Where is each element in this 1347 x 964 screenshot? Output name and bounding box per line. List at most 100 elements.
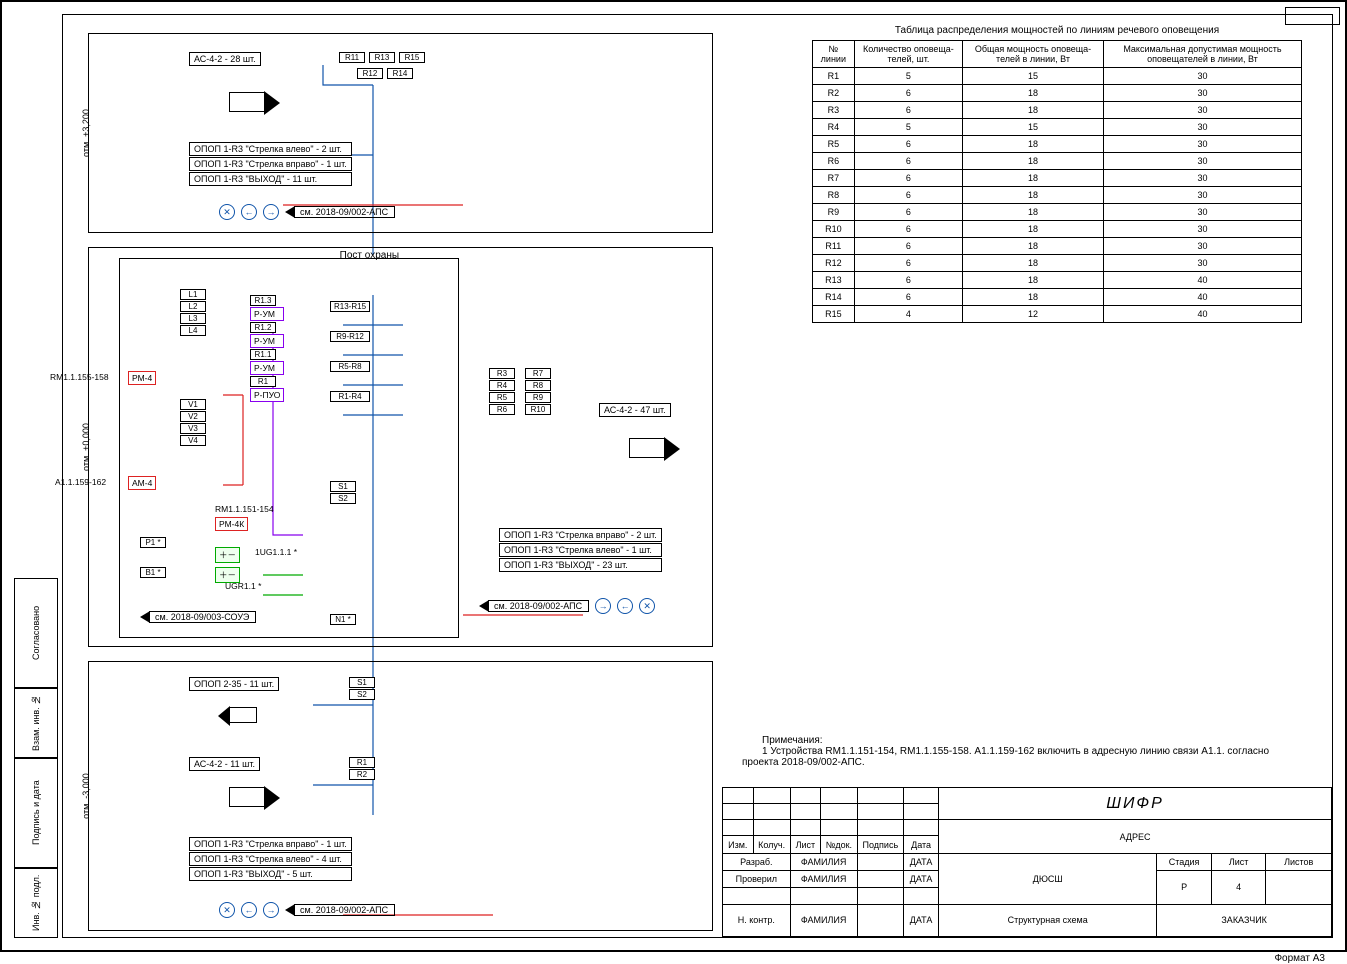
sheets-total xyxy=(1266,871,1332,904)
rm-module: РМ-4 xyxy=(128,371,156,385)
exit-indicator-icon xyxy=(219,902,235,918)
ug-label: UGR1.1 * xyxy=(225,581,261,591)
sheets-header: Листов xyxy=(1266,853,1332,870)
r-box: R12 xyxy=(357,68,383,79)
r-box: R15 xyxy=(399,52,425,63)
V-box: V1 xyxy=(180,399,206,410)
reference-flag: см. 2018-09/002-АПС xyxy=(285,206,395,218)
amplifier: Р-УМ xyxy=(250,334,284,348)
role-ncontrol: Н. контр. xyxy=(723,904,791,936)
power-distribution-table: № линииКоличество оповеща-телей, шт.Обща… xyxy=(812,40,1302,323)
speaker-icon xyxy=(229,787,265,807)
ac-count: АС-4-2 - 28 шт. xyxy=(189,52,261,66)
control-unit: Р-ПУО xyxy=(250,388,284,402)
signal-indicators: см. 2018-09/002-АПС xyxy=(479,598,655,614)
table-row: R151530 xyxy=(813,68,1302,85)
table-row: R761830 xyxy=(813,170,1302,187)
r-box: R10 xyxy=(525,404,551,415)
opop-item: ОПОП 1-R3 "Стрелка вправо" - 1 шт. xyxy=(189,837,352,851)
reference-flag: см. 2018-09/002-АПС xyxy=(285,904,395,916)
opop-list: ОПОП 1-R3 "Стрелка вправо" - 1 шт. ОПОП … xyxy=(189,837,352,881)
strip-cell: Согласовано xyxy=(14,578,58,688)
table-row: R661830 xyxy=(813,153,1302,170)
reference-flag: см. 2018-09/003-СОУЭ xyxy=(140,611,256,623)
stage: Р xyxy=(1157,871,1212,904)
r-box: R2 xyxy=(349,769,375,780)
r-box: R11 xyxy=(339,52,365,63)
table-header: № линии xyxy=(813,41,855,68)
date: ДАТА xyxy=(904,871,939,888)
rack-box: L1 L2 L3 L4 V1 V2 V3 V4 R1.3 Р-УМ R1.2 Р… xyxy=(119,258,459,638)
L-box: L3 xyxy=(180,313,206,324)
L-box: L1 xyxy=(180,289,206,300)
table-header: Максимальная допустимая мощность оповеща… xyxy=(1103,41,1301,68)
col-list: Лист xyxy=(790,836,821,853)
reference-flag: см. 2018-09/002-АПС xyxy=(479,600,589,612)
arrow-left-indicator-icon xyxy=(617,598,633,614)
notes-text: 1 Устройства RM1.1.151-154, RM1.1.155-15… xyxy=(742,746,1302,768)
table-row: R561830 xyxy=(813,136,1302,153)
V-box: V2 xyxy=(180,411,206,422)
date: ДАТА xyxy=(904,904,939,936)
customer: ЗАКАЗЧИК xyxy=(1157,904,1332,936)
format-label: Формат А3 xyxy=(1274,953,1325,964)
opop-item: ОПОП 1-R3 "Стрелка вправо" - 1 шт. xyxy=(189,157,352,171)
strip-cell: Подпись и дата xyxy=(14,758,58,868)
signal-indicators: см. 2018-09/002-АПС xyxy=(219,204,395,220)
am-module: АМ-4 xyxy=(128,476,156,490)
speaker-icon xyxy=(629,438,665,458)
amplifier: Р-УМ xyxy=(250,307,284,321)
power-table-container: Таблица распределения мощностей по линия… xyxy=(812,25,1302,323)
opop-item: ОПОП 1-R3 "ВЫХОД" - 5 шт. xyxy=(189,867,352,881)
L-box: L4 xyxy=(180,325,206,336)
r-box: R7 xyxy=(525,368,551,379)
elevation-label: отм. +3,200 xyxy=(81,109,91,157)
opop-item: ОПОП 1-R3 "Стрелка влево" - 4 шт. xyxy=(189,852,352,866)
opop-list: ОПОП 1-R3 "Стрелка влево" - 2 шт. ОПОП 1… xyxy=(189,142,352,186)
b-box: B1 * xyxy=(140,567,166,578)
r-box: R4 xyxy=(489,380,515,391)
table-row: R1461840 xyxy=(813,289,1302,306)
am-label: А1.1.159-162 xyxy=(55,477,106,487)
col-koluch: Колуч. xyxy=(753,836,790,853)
signal-indicators: см. 2018-09/002-АПС xyxy=(219,902,395,918)
ac-count: АС-4-2 - 11 шт. xyxy=(189,757,260,771)
left-binding-strip: Согласовано Взам. инв. № Подпись и дата … xyxy=(14,14,58,938)
family: ФАМИЛИЯ xyxy=(790,904,857,936)
sheet-number: 4 xyxy=(1211,871,1266,904)
exit-indicator-icon xyxy=(639,598,655,614)
stage-header: Стадия xyxy=(1157,853,1212,870)
inner-frame: отм. +3,200 АС-4-2 - 28 шт. R11 R13 R15 … xyxy=(62,14,1333,938)
project-name: ДЮСШ xyxy=(939,853,1157,904)
rm-label: RM1.1.155-158 xyxy=(50,372,109,382)
r-label: R1.3 xyxy=(250,295,276,306)
horn-icon xyxy=(229,707,257,723)
s-box: S1 xyxy=(349,677,375,688)
arrow-right-indicator-icon xyxy=(595,598,611,614)
col-izm: Изм. xyxy=(723,836,754,853)
table-header: Общая мощность оповеща-телей в линии, Вт xyxy=(963,41,1104,68)
table-row: R861830 xyxy=(813,187,1302,204)
r-box: R13 xyxy=(369,52,395,63)
drawing-sheet: Согласовано Взам. инв. № Подпись и дата … xyxy=(0,0,1347,952)
r-box: R9 xyxy=(525,392,551,403)
notes-heading: Примечания: xyxy=(742,735,1302,746)
group-box: R1-R4 xyxy=(330,391,370,402)
col-sign: Подпись xyxy=(857,836,904,853)
r-label: R1.1 xyxy=(250,349,276,360)
code: ШИФР xyxy=(939,788,1332,820)
rm4k-module: РМ-4К xyxy=(215,517,248,531)
drawing-subtitle: Структурная схема xyxy=(939,904,1157,936)
arrow-left-indicator-icon xyxy=(241,902,257,918)
r-box: R3 xyxy=(489,368,515,379)
strip-cell: Взам. инв. № xyxy=(14,688,58,758)
r-box: R1 xyxy=(349,757,375,768)
table-row: R961830 xyxy=(813,204,1302,221)
r-box: R8 xyxy=(525,380,551,391)
s-box: S2 xyxy=(330,493,356,504)
ug-label: 1UG1.1.1 * xyxy=(255,547,297,557)
L-box: L2 xyxy=(180,301,206,312)
r-box: R5 xyxy=(489,392,515,403)
floor-panel-basement: отм. -3,000 ОПОП 2-35 - 11 шт. S1 S2 АС-… xyxy=(88,661,713,931)
table-header: Количество оповеща-телей, шт. xyxy=(854,41,962,68)
